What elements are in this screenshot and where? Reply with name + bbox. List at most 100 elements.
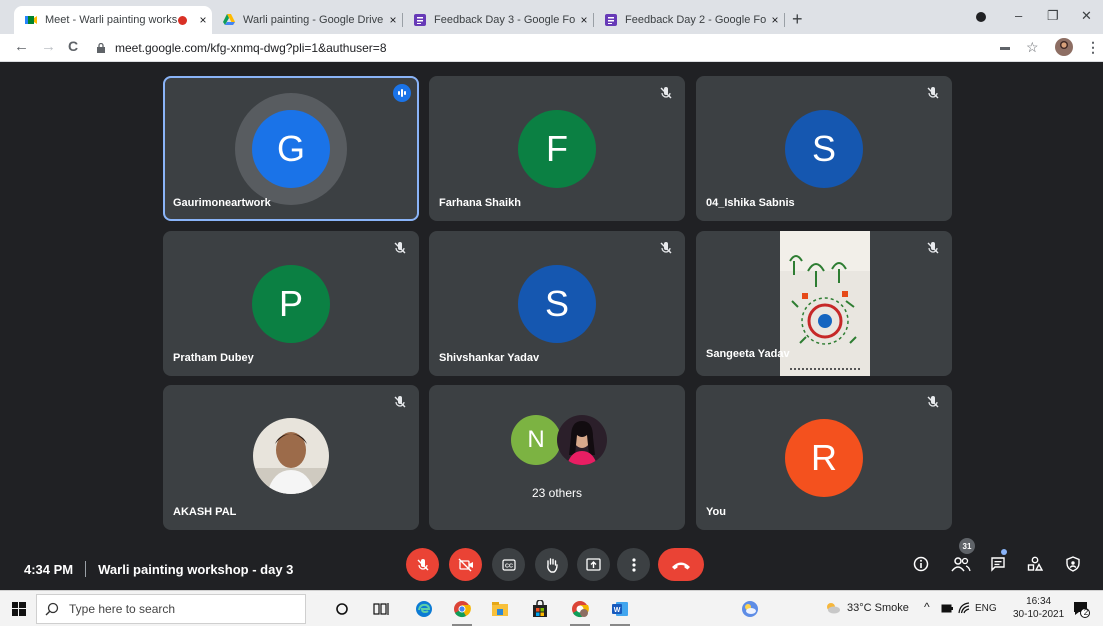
captions-button[interactable]: CC [492, 548, 525, 581]
weather-smoke-icon [827, 603, 840, 614]
meeting-control-bar: 4:34 PM Warli painting workshop - day 3 … [0, 538, 1103, 590]
tab-title: Feedback Day 3 - Google Forms [434, 14, 575, 26]
participant-name: AKASH PAL [173, 506, 237, 518]
participant-name: 04_Ishika Sabnis [706, 197, 795, 209]
recording-icon [178, 15, 187, 25]
participant-tile[interactable]: P Pratham Dubey [163, 231, 419, 376]
close-tab-icon[interactable]: × [194, 13, 212, 27]
host-controls-button[interactable] [1063, 554, 1083, 574]
self-tile[interactable]: R You [696, 385, 952, 530]
info-icon [913, 556, 929, 572]
meet-icon [25, 16, 37, 24]
browser-tab-strip: Meet - Warli painting worksh × Warli pai… [0, 0, 1103, 34]
activities-button[interactable] [1025, 554, 1045, 574]
task-view-icon[interactable] [371, 599, 391, 619]
notification-count: 2 [1083, 608, 1089, 617]
weather-text[interactable]: 33°C Smoke [847, 602, 909, 614]
taskbar-search-box[interactable]: Type here to search [36, 594, 306, 624]
participant-video [780, 231, 870, 376]
chevron-up-icon[interactable]: ^ [924, 600, 930, 614]
tab-meet[interactable]: Meet - Warli painting worksh × [14, 6, 212, 34]
wifi-icon[interactable] [958, 602, 970, 614]
language-indicator[interactable]: ENG [975, 603, 997, 614]
chat-button[interactable] [988, 554, 1008, 574]
participant-tile[interactable]: F Farhana Shaikh [429, 76, 685, 221]
close-tab-icon[interactable]: × [766, 13, 784, 27]
chrome-icon[interactable] [452, 599, 472, 626]
leave-call-button[interactable] [658, 548, 704, 581]
battery-icon[interactable] [941, 604, 953, 613]
tab-feedback-day-2[interactable]: Feedback Day 2 - Google Forms × [594, 6, 784, 34]
profile-avatar[interactable] [1055, 38, 1073, 56]
mic-off-icon [927, 87, 939, 99]
close-tab-icon[interactable]: × [384, 13, 402, 27]
mic-toggle-button[interactable] [406, 548, 439, 581]
cortana-icon[interactable] [332, 599, 352, 619]
tab-title: Warli painting - Google Drive [243, 14, 384, 26]
tab-drive[interactable]: Warli painting - Google Drive × [212, 6, 402, 34]
mic-off-icon [394, 242, 406, 254]
mic-off-icon [417, 558, 428, 570]
mic-off-icon [927, 242, 939, 254]
participant-name: Farhana Shaikh [439, 197, 521, 209]
clock-time: 16:34 [1026, 596, 1052, 607]
activities-icon [1027, 556, 1043, 571]
meeting-details-button[interactable] [911, 554, 931, 574]
forward-button[interactable]: → [41, 38, 56, 55]
profile-photo [253, 418, 329, 494]
camera-toggle-button[interactable] [449, 548, 482, 581]
reload-button[interactable]: C [68, 38, 78, 54]
store-icon[interactable] [530, 599, 550, 619]
mic-off-icon [927, 396, 939, 408]
browser-menu-icon[interactable]: ⋮ [1086, 39, 1100, 56]
minimize-button[interactable]: – [1015, 8, 1022, 23]
participant-tile[interactable]: G Gaurimoneartwork [163, 76, 419, 221]
system-clock[interactable]: 16:34 30-10-2021 [1013, 595, 1064, 621]
participant-tile[interactable]: S 04_Ishika Sabnis [696, 76, 952, 221]
chat-icon [991, 557, 1005, 572]
meeting-details: 4:34 PM Warli painting workshop - day 3 [24, 561, 293, 577]
more-options-button[interactable] [617, 548, 650, 581]
bookmark-star-icon[interactable]: ☆ [1026, 39, 1039, 56]
avatar: P [252, 264, 330, 343]
cast-icon[interactable]: ▬ [1000, 42, 1010, 53]
participant-tile[interactable]: AKASH PAL [163, 385, 419, 530]
windows-start-icon[interactable] [12, 602, 26, 616]
participant-name: Sangeeta Yadav [706, 348, 790, 360]
raise-hand-button[interactable] [535, 548, 568, 581]
weather-app-icon[interactable] [740, 599, 760, 619]
address-bar[interactable]: meet.google.com/kfg-xnmq-dwg?pli=1&authu… [90, 37, 990, 59]
tab-feedback-day-3[interactable]: Feedback Day 3 - Google Forms × [403, 6, 593, 34]
hand-icon [546, 557, 558, 573]
clock-date: 30-10-2021 [1013, 609, 1065, 620]
more-vert-icon [631, 557, 636, 572]
tab-divider [784, 13, 785, 27]
word-icon[interactable]: W [610, 599, 630, 626]
profile-indicator-icon[interactable] [975, 11, 987, 23]
participants-button[interactable] [951, 554, 971, 574]
profile-photo [557, 415, 607, 465]
new-tab-button[interactable]: + [792, 9, 803, 30]
maximize-button[interactable]: ❐ [1047, 8, 1059, 24]
participant-name: Pratham Dubey [173, 352, 254, 364]
back-button[interactable]: ← [14, 38, 29, 55]
google-forms-icon [605, 14, 617, 26]
window-close-button[interactable]: ✕ [1081, 8, 1092, 24]
svg-text:CC: CC [505, 563, 513, 569]
google-forms-icon [414, 14, 426, 26]
people-icon [951, 557, 971, 572]
close-tab-icon[interactable]: × [575, 13, 593, 27]
participant-name: Gaurimoneartwork [173, 197, 271, 209]
present-screen-button[interactable] [577, 548, 610, 581]
present-icon [586, 558, 601, 571]
avatar: F [518, 109, 596, 188]
participant-tile[interactable]: S Shivshankar Yadav [429, 231, 685, 376]
edge-icon[interactable] [414, 599, 434, 619]
file-explorer-icon[interactable] [490, 599, 510, 619]
others-tile[interactable]: N 23 others [429, 385, 685, 530]
chrome-profile-icon[interactable] [570, 599, 590, 626]
url-text: meet.google.com/kfg-xnmq-dwg?pli=1&authu… [115, 41, 387, 55]
unread-indicator [1001, 549, 1007, 555]
camera-off-icon [458, 558, 473, 571]
participant-tile[interactable]: Sangeeta Yadav [696, 231, 952, 376]
